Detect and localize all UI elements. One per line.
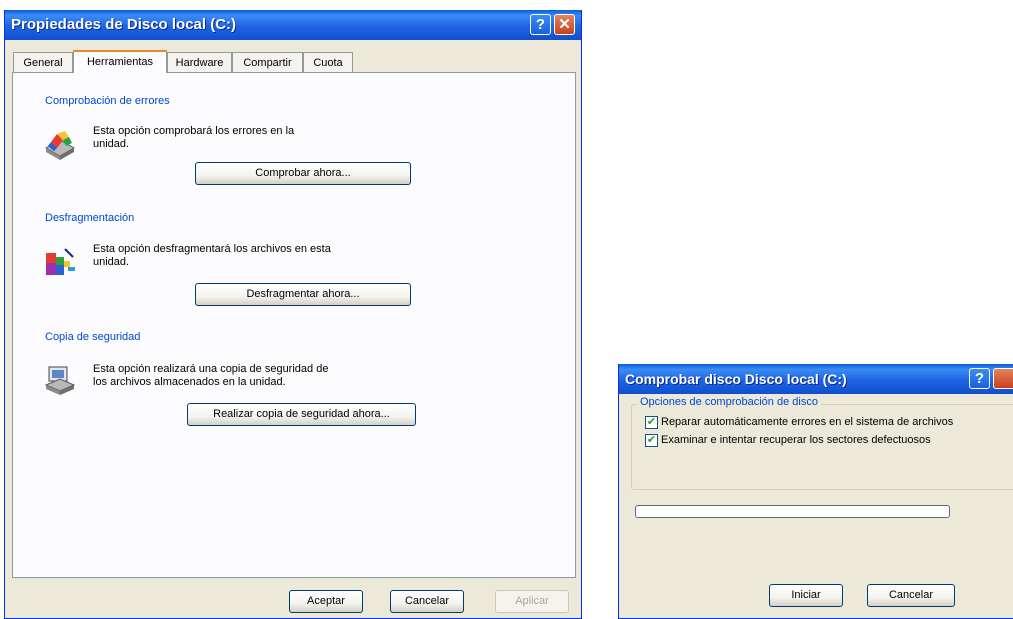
- check-now-button[interactable]: Comprobar ahora...: [195, 162, 411, 185]
- check-disk-window: Comprobar disco Disco local (C:) ? Opcio…: [618, 364, 1013, 619]
- defrag-icon: [46, 248, 75, 275]
- group-title: Opciones de comprobación de disco: [637, 396, 821, 408]
- error-check-description: Esta opción comprobará los errores en la…: [93, 125, 295, 150]
- tab-compartir[interactable]: Compartir: [232, 52, 303, 72]
- section-title-backup: Copia de seguridad: [45, 331, 141, 343]
- section-title-error-check: Comprobación de errores: [45, 95, 170, 107]
- tab-general[interactable]: General: [13, 52, 73, 72]
- section-title-defrag: Desfragmentación: [45, 212, 135, 224]
- properties-window-title: Propiedades de Disco local (C:): [11, 16, 237, 33]
- help-icon[interactable]: ?: [530, 14, 551, 35]
- tools-panel: Comprobación de errores Esta opción comp…: [12, 72, 576, 578]
- repair-errors-label[interactable]: Reparar automáticamente errores en el si…: [661, 416, 953, 428]
- tab-hardware[interactable]: Hardware: [167, 52, 232, 72]
- properties-titlebar[interactable]: Propiedades de Disco local (C:) ? ✕: [5, 10, 581, 40]
- cancel-button[interactable]: Cancelar: [390, 590, 464, 613]
- defrag-description: Esta opción desfragmentará los archivos …: [93, 243, 331, 268]
- scan-sectors-checkbox[interactable]: ✔: [645, 434, 658, 447]
- close-icon[interactable]: ✕: [554, 14, 575, 35]
- check-disk-window-title: Comprobar disco Disco local (C:): [625, 371, 847, 387]
- tab-herramientas[interactable]: Herramientas: [73, 50, 167, 73]
- check-disk-titlebar[interactable]: Comprobar disco Disco local (C:) ?: [619, 364, 1013, 394]
- defrag-now-button[interactable]: Desfragmentar ahora...: [195, 283, 411, 306]
- tab-cuota[interactable]: Cuota: [303, 52, 353, 72]
- start-button[interactable]: Iniciar: [769, 584, 843, 607]
- backup-icon: [44, 366, 76, 395]
- apply-button[interactable]: Aplicar: [495, 590, 569, 613]
- progress-bar: [635, 505, 950, 518]
- properties-window: Propiedades de Disco local (C:) ? ✕ Gene…: [4, 10, 582, 619]
- ok-button[interactable]: Aceptar: [289, 590, 363, 613]
- help-icon[interactable]: ?: [969, 368, 990, 389]
- backup-now-button[interactable]: Realizar copia de seguridad ahora...: [187, 403, 416, 426]
- close-icon[interactable]: [993, 368, 1013, 389]
- disk-check-icon: [44, 131, 76, 160]
- scan-sectors-label[interactable]: Examinar e intentar recuperar los sector…: [661, 434, 931, 446]
- backup-description: Esta opción realizará una copia de segur…: [93, 363, 329, 388]
- cancel-button[interactable]: Cancelar: [867, 584, 955, 607]
- repair-errors-checkbox[interactable]: ✔: [645, 416, 658, 429]
